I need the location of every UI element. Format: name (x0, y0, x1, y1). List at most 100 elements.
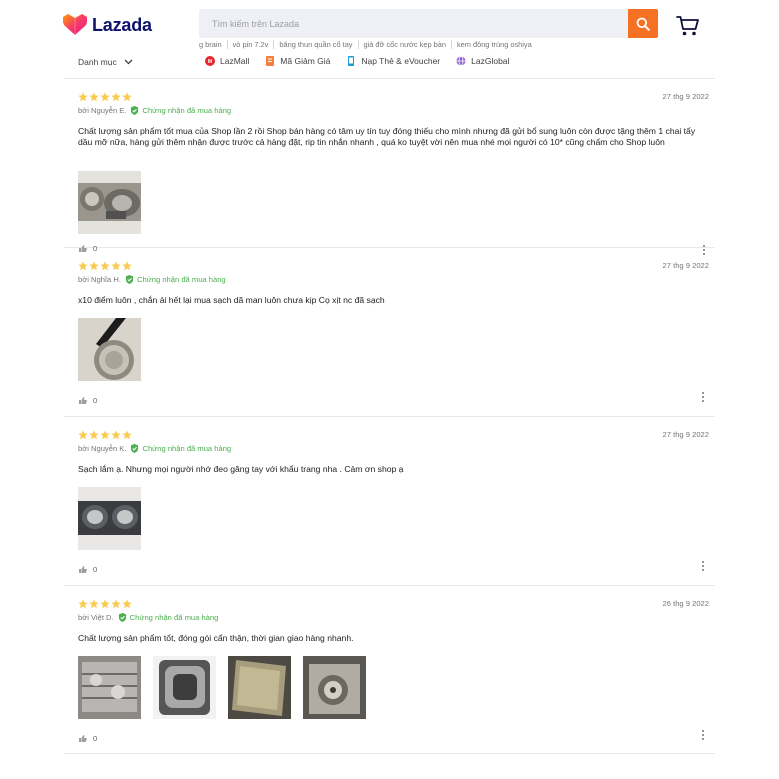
lazada-heart-icon (63, 14, 87, 35)
star-icon (111, 261, 121, 271)
like-count: 0 (93, 396, 98, 405)
review-author: bởi Việt D. (78, 613, 114, 622)
review-item: 27 thg 9 2022 bởi Nghĩa H. Chứng nhận đã… (64, 247, 715, 416)
star-icon (78, 599, 88, 609)
review-image[interactable] (303, 656, 366, 719)
thumbs-up-icon (79, 245, 87, 252)
logo-text: Lazada (92, 14, 152, 35)
review-author: bởi Nguyễn E. (78, 106, 127, 115)
more-options-icon[interactable] (700, 730, 706, 740)
like-button[interactable]: 0 (79, 565, 97, 574)
star-icon (78, 92, 88, 102)
review-content: Chất lượng sản phẩm tốt, đóng gói cẩn th… (78, 633, 354, 643)
review-image[interactable] (153, 656, 216, 719)
cart-icon[interactable] (676, 15, 700, 37)
review-item: 26 thg 9 2022 bởi Việt D. Chứng nhận đã … (64, 585, 715, 754)
like-button[interactable]: 0 (79, 396, 97, 405)
verified-check-icon (125, 275, 134, 284)
verified-purchase-badge: Chứng nhận đã mua hàng (125, 275, 226, 284)
review-image[interactable] (78, 487, 141, 550)
review-author: bởi Nguyễn K. (78, 444, 127, 453)
star-icon (122, 92, 132, 102)
review-byline: bởi Nghĩa H. Chứng nhận đã mua hàng (78, 275, 226, 284)
star-icon (111, 430, 121, 440)
suggestion-link[interactable]: giá đỡ cốc nước kẹp bàn (357, 40, 451, 49)
star-rating (78, 92, 133, 102)
review-list: 27 thg 9 2022 bởi Nguyễn E. Chứng nhận đ… (64, 78, 715, 754)
review-images (78, 656, 378, 719)
verified-purchase-badge: Chứng nhận đã mua hàng (118, 613, 219, 622)
more-options-icon[interactable] (701, 245, 707, 255)
lazmall-link[interactable]: M LazMall (205, 56, 249, 66)
review-byline: bởi Nguyễn E. Chứng nhận đã mua hàng (78, 106, 231, 115)
star-icon (122, 261, 132, 271)
topup-label: Nạp Thẻ & eVoucher (361, 56, 441, 66)
star-rating (78, 599, 133, 609)
verified-check-icon (118, 613, 126, 622)
review-image[interactable] (78, 656, 141, 719)
review-images (78, 171, 153, 234)
site-header: Lazada g brain vỏ pin 7.2v băng thun quầ… (0, 0, 779, 78)
review-content: Chất lượng sản phẩm tốt mua của Shop lần… (78, 126, 696, 147)
star-icon (100, 92, 110, 102)
verified-label: Chứng nhận đã mua hàng (136, 275, 226, 284)
review-images (78, 318, 153, 381)
svg-text:M: M (208, 59, 212, 65)
search-box (199, 9, 629, 38)
star-icon (89, 92, 99, 102)
star-icon (100, 430, 110, 440)
verified-purchase-badge: Chứng nhận đã mua hàng (130, 106, 231, 115)
review-item: 27 thg 9 2022 bởi Nguyễn K. Chứng nhận đ… (64, 416, 715, 585)
search-input[interactable] (199, 9, 629, 38)
review-content: Sạch lắm ạ. Nhưng mọi người nhớ đeo găng… (78, 464, 404, 474)
star-rating (78, 261, 133, 271)
like-button[interactable]: 0 (79, 734, 97, 743)
star-icon (122, 599, 132, 609)
verified-purchase-badge: Chứng nhận đã mua hàng (130, 444, 231, 453)
verified-check-icon (131, 106, 139, 115)
chevron-down-icon (124, 59, 133, 65)
topup-link[interactable]: Nạp Thẻ & eVoucher (346, 56, 440, 66)
like-button[interactable]: 0 (79, 244, 97, 253)
suggestion-link[interactable]: vỏ pin 7.2v (226, 40, 274, 49)
category-menu[interactable]: Danh mục (78, 57, 133, 67)
verified-label: Chứng nhận đã mua hàng (129, 613, 219, 622)
suggestion-link[interactable]: g brain (199, 40, 227, 49)
globe-icon (456, 56, 466, 66)
search-button[interactable] (628, 9, 658, 38)
lazglobal-link[interactable]: LazGlobal (456, 56, 509, 66)
like-count: 0 (93, 244, 98, 253)
review-image[interactable] (78, 171, 141, 234)
more-options-icon[interactable] (700, 561, 706, 571)
lazada-logo[interactable]: Lazada (63, 14, 152, 36)
review-date: 27 thg 9 2022 (662, 92, 709, 101)
review-images (78, 487, 153, 550)
more-options-icon[interactable] (700, 392, 706, 402)
voucher-label: Mã Giảm Giá (280, 56, 331, 66)
review-date: 26 thg 9 2022 (662, 599, 709, 608)
thumbs-up-icon (79, 566, 87, 573)
star-icon (111, 92, 121, 102)
search-icon (636, 17, 650, 31)
review-byline: bởi Nguyễn K. Chứng nhận đã mua hàng (78, 444, 231, 453)
lazmall-icon: M (205, 56, 215, 66)
review-content: x10 điểm luôn , chắn ải hết lại mua sạch… (78, 295, 385, 305)
star-icon (89, 261, 99, 271)
review-byline: bởi Việt D. Chứng nhận đã mua hàng (78, 613, 218, 622)
search-suggestions: g brain vỏ pin 7.2v băng thun quần cổ ta… (199, 40, 537, 49)
star-icon (100, 599, 110, 609)
review-image[interactable] (228, 656, 291, 719)
verified-check-icon (131, 444, 139, 453)
review-image[interactable] (78, 318, 141, 381)
star-rating (78, 430, 133, 440)
star-icon (89, 430, 99, 440)
like-count: 0 (93, 734, 98, 743)
suggestion-link[interactable]: băng thun quần cổ tay (273, 40, 357, 49)
suggestion-link[interactable]: kem đông trùng oshiya (450, 40, 537, 49)
star-icon (111, 599, 121, 609)
thumbs-up-icon (79, 735, 87, 742)
category-label: Danh mục (78, 57, 117, 67)
star-icon (100, 261, 110, 271)
star-icon (78, 430, 88, 440)
voucher-link[interactable]: Mã Giảm Giá (265, 56, 330, 66)
